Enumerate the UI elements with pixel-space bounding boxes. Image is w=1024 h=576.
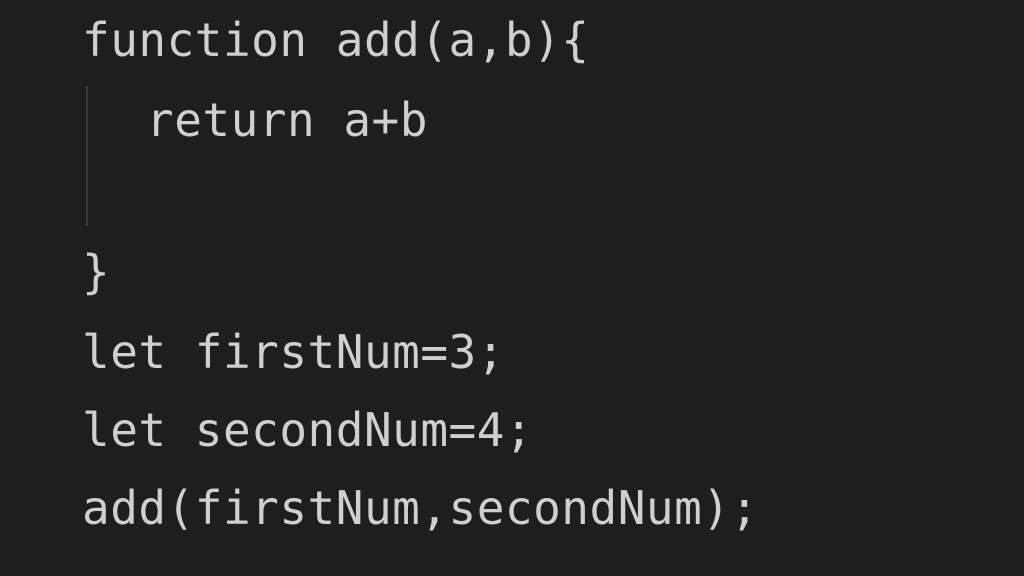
indent-guide <box>86 86 88 226</box>
code-line-5: let firstNum=3; <box>82 325 505 379</box>
code-line-7: add(firstNum,secondNum); <box>82 481 759 535</box>
code-line-2: return a+b <box>146 93 428 147</box>
code-line-4: } <box>82 245 111 299</box>
code-line-6: let secondNum=4; <box>82 403 534 457</box>
code-editor[interactable]: function add(a,b){ return a+b } let firs… <box>0 0 1024 576</box>
code-line-1: function add(a,b){ <box>82 13 590 67</box>
